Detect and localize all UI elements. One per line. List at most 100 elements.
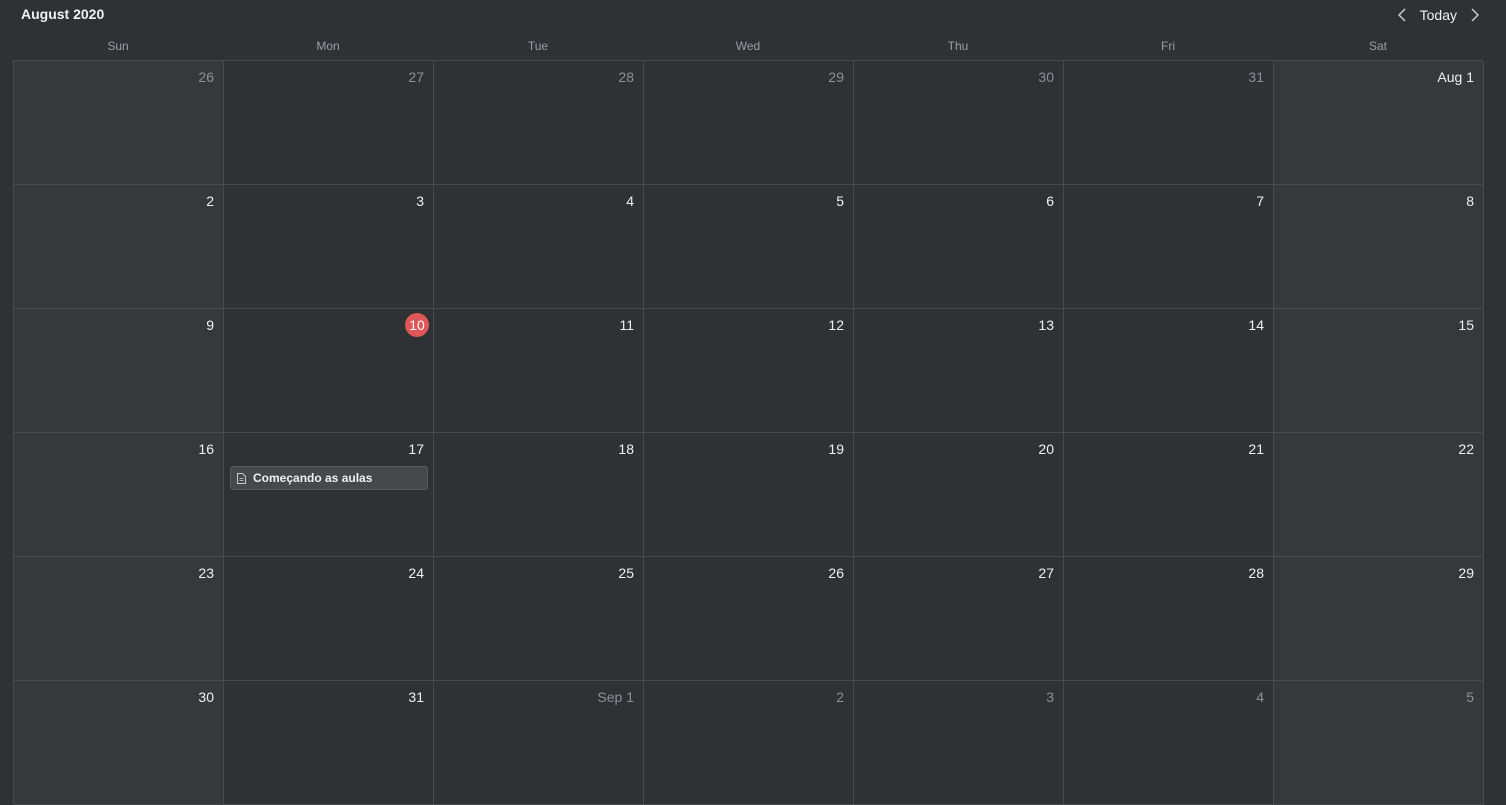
day-cell[interactable]: 2 xyxy=(644,681,854,805)
day-number[interactable]: 11 xyxy=(619,317,634,333)
day-number[interactable]: 9 xyxy=(206,317,214,333)
day-number[interactable]: 3 xyxy=(416,193,424,209)
weekday-label: Wed xyxy=(735,39,761,53)
day-cell[interactable]: 6 xyxy=(854,185,1064,309)
day-number[interactable]: 25 xyxy=(618,565,634,581)
day-number[interactable]: 26 xyxy=(828,565,844,581)
chevron-right-icon xyxy=(1471,8,1479,22)
calendar-event[interactable]: Começando as aulas xyxy=(230,466,428,490)
day-cell[interactable]: 19 xyxy=(644,433,854,557)
day-number[interactable]: 4 xyxy=(626,193,634,209)
day-number[interactable]: 23 xyxy=(198,565,214,581)
day-cell[interactable]: 27 xyxy=(224,61,434,185)
weekday-label: Sun xyxy=(107,39,129,53)
day-number[interactable]: 4 xyxy=(1256,689,1264,705)
day-cell[interactable]: 21 xyxy=(1064,433,1274,557)
day-number[interactable]: 26 xyxy=(198,69,214,85)
day-number[interactable]: 5 xyxy=(1466,689,1474,705)
weekday-label: Sat xyxy=(1368,39,1387,53)
day-cell[interactable]: 30 xyxy=(854,61,1064,185)
event-title: Começando as aulas xyxy=(253,471,373,485)
day-cell[interactable]: 8 xyxy=(1274,185,1484,309)
day-number[interactable]: 5 xyxy=(836,193,844,209)
day-cell[interactable]: Sep 1 xyxy=(434,681,644,805)
day-number[interactable]: 3 xyxy=(1046,689,1054,705)
day-number[interactable]: 12 xyxy=(828,317,844,333)
day-cell[interactable]: 10 xyxy=(224,309,434,433)
day-number[interactable]: 6 xyxy=(1046,193,1054,209)
day-cell[interactable]: 20 xyxy=(854,433,1064,557)
day-number[interactable]: 15 xyxy=(1458,317,1474,333)
day-cell[interactable]: 3 xyxy=(854,681,1064,805)
day-cell[interactable]: 4 xyxy=(1064,681,1274,805)
day-cell[interactable]: 26 xyxy=(14,61,224,185)
weekday-label: Tue xyxy=(527,39,549,53)
calendar-nav: Today xyxy=(1393,4,1484,26)
day-cell[interactable]: 4 xyxy=(434,185,644,309)
day-number[interactable]: 30 xyxy=(1038,69,1054,85)
day-number[interactable]: 31 xyxy=(408,689,424,705)
day-cell[interactable]: 9 xyxy=(14,309,224,433)
day-number[interactable]: 14 xyxy=(1248,317,1264,333)
day-cell[interactable]: 29 xyxy=(1274,557,1484,681)
day-number[interactable]: 2 xyxy=(206,193,214,209)
today-button[interactable]: Today xyxy=(1411,4,1466,26)
day-cell[interactable]: 31 xyxy=(1064,61,1274,185)
day-number[interactable]: 8 xyxy=(1466,193,1474,209)
day-number[interactable]: 22 xyxy=(1458,441,1474,457)
day-number[interactable]: 13 xyxy=(1038,317,1054,333)
day-number[interactable]: 18 xyxy=(618,441,634,457)
day-number[interactable]: 28 xyxy=(618,69,634,85)
day-number[interactable]: Sep 1 xyxy=(597,689,634,705)
day-number[interactable]: Aug 1 xyxy=(1437,69,1474,85)
day-cell[interactable]: 16 xyxy=(14,433,224,557)
day-cell[interactable]: 11 xyxy=(434,309,644,433)
day-cell[interactable]: 22 xyxy=(1274,433,1484,557)
day-cell[interactable]: 17 Começando as aulas xyxy=(224,433,434,557)
day-cell[interactable]: 15 xyxy=(1274,309,1484,433)
calendar-header: August 2020 Today xyxy=(0,0,1506,30)
day-cell[interactable]: 26 xyxy=(644,557,854,681)
day-cell[interactable]: 2 xyxy=(14,185,224,309)
day-number[interactable]: 30 xyxy=(198,689,214,705)
today-day-number[interactable]: 10 xyxy=(405,313,429,337)
day-cell[interactable]: 7 xyxy=(1064,185,1274,309)
day-cell[interactable]: 28 xyxy=(1064,557,1274,681)
day-number[interactable]: 29 xyxy=(1458,565,1474,581)
day-cell[interactable]: 30 xyxy=(14,681,224,805)
day-cell[interactable]: 27 xyxy=(854,557,1064,681)
day-cell[interactable]: 28 xyxy=(434,61,644,185)
day-number[interactable]: 24 xyxy=(408,565,424,581)
day-cell[interactable]: Aug 1 xyxy=(1274,61,1484,185)
day-cell[interactable]: 5 xyxy=(644,185,854,309)
day-number[interactable]: 27 xyxy=(1038,565,1054,581)
day-cell[interactable]: 25 xyxy=(434,557,644,681)
next-month-button[interactable] xyxy=(1466,4,1484,26)
weekday-label: Thu xyxy=(947,39,969,53)
day-number[interactable]: 28 xyxy=(1248,565,1264,581)
day-cell[interactable]: 18 xyxy=(434,433,644,557)
day-number[interactable]: 21 xyxy=(1248,441,1264,457)
day-number[interactable]: 2 xyxy=(836,689,844,705)
day-number[interactable]: 27 xyxy=(408,69,424,85)
day-cell[interactable]: 31 xyxy=(224,681,434,805)
day-cell[interactable]: 13 xyxy=(854,309,1064,433)
prev-month-button[interactable] xyxy=(1393,4,1411,26)
day-number[interactable]: 19 xyxy=(828,441,844,457)
day-number[interactable]: 29 xyxy=(828,69,844,85)
day-cell[interactable]: 5 xyxy=(1274,681,1484,805)
day-cell[interactable]: 29 xyxy=(644,61,854,185)
day-number[interactable]: 20 xyxy=(1038,441,1054,457)
day-number[interactable]: 7 xyxy=(1256,193,1264,209)
day-cell[interactable]: 24 xyxy=(224,557,434,681)
day-number[interactable]: 16 xyxy=(198,441,214,457)
day-cell[interactable]: 12 xyxy=(644,309,854,433)
day-cell[interactable]: 3 xyxy=(224,185,434,309)
day-cell[interactable]: 23 xyxy=(14,557,224,681)
day-number[interactable]: 17 xyxy=(408,441,424,457)
document-icon xyxy=(237,472,247,484)
month-title: August 2020 xyxy=(21,6,105,22)
day-number[interactable]: 31 xyxy=(1248,69,1264,85)
chevron-left-icon xyxy=(1397,8,1406,22)
day-cell[interactable]: 14 xyxy=(1064,309,1274,433)
